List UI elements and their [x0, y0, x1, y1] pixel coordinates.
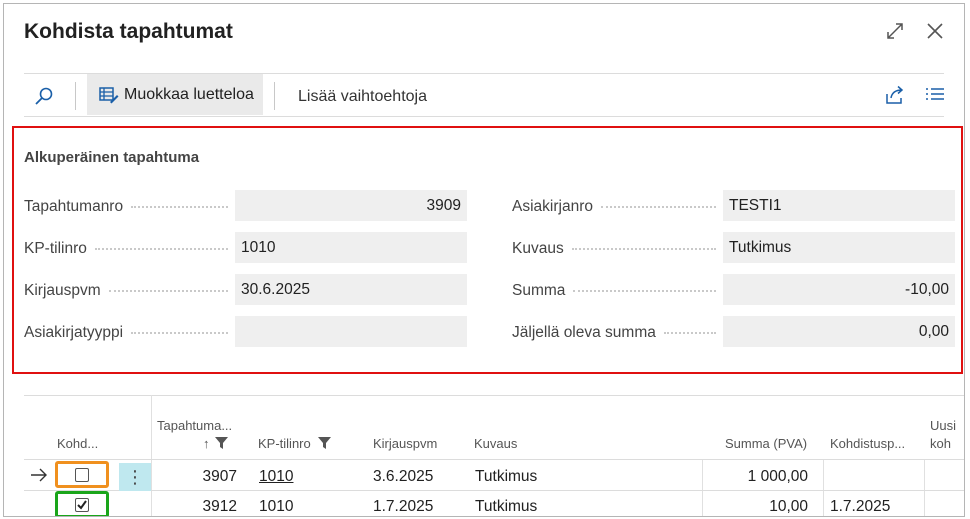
column-header-description[interactable]: Kuvaus	[474, 436, 517, 451]
remaining-amount-label: Jäljellä oleva summa	[512, 318, 722, 348]
entry-no-field: 3909	[235, 190, 467, 221]
column-header-gl-account[interactable]: KP-tilinro	[258, 436, 311, 451]
dialog-title: Kohdista tapahtumat	[24, 20, 233, 43]
description-cell: Tutkimus	[475, 468, 538, 485]
posting-date-label: Kirjauspvm	[24, 276, 234, 306]
toolbar-bottom-divider	[24, 116, 944, 117]
document-no-field: TESTI1	[723, 190, 955, 221]
edit-list-label: Muokkaa luetteloa	[124, 85, 254, 103]
expand-button[interactable]	[882, 18, 908, 44]
remaining-amount-field: 0,00	[723, 316, 955, 347]
close-icon	[927, 23, 943, 39]
amount-field: -10,00	[723, 274, 955, 305]
apply-entries-dialog: Kohdista tapahtumat Muokkaa luetteloa Li…	[3, 3, 965, 517]
grid-column-separator	[924, 459, 925, 516]
applied-date-cell: 1.7.2025	[830, 498, 891, 515]
gl-account-field: 1010	[235, 232, 467, 263]
grid-row-border	[24, 490, 964, 491]
column-header-new[interactable]: Uusi	[930, 418, 956, 433]
apply-checkbox[interactable]	[75, 468, 89, 482]
description-cell: Tutkimus	[475, 498, 538, 515]
share-button[interactable]	[884, 84, 906, 106]
gl-account-link[interactable]: 1010	[259, 468, 293, 486]
document-type-field	[235, 316, 467, 347]
search-button[interactable]	[32, 84, 56, 108]
original-entry-section-title: Alkuperäinen tapahtuma	[24, 149, 200, 166]
amount-cell: 1 000,00	[747, 468, 808, 485]
grid-column-separator	[151, 395, 152, 516]
edit-list-icon	[99, 85, 119, 105]
description-label: Kuvaus	[512, 234, 722, 264]
current-row-arrow-icon	[31, 468, 47, 482]
edit-list-button[interactable]: Muokkaa luetteloa	[87, 74, 263, 115]
column-header-apply[interactable]: Kohd...	[57, 436, 98, 451]
filter-icon	[318, 437, 331, 449]
toolbar-separator	[75, 82, 76, 110]
column-header-new-line2: koh	[930, 436, 951, 451]
column-header-posting-date[interactable]: Kirjauspvm	[373, 436, 437, 451]
column-header-applied-date[interactable]: Kohdistusp...	[830, 436, 905, 451]
search-icon	[35, 87, 53, 105]
posting-date-field: 30.6.2025	[235, 274, 467, 305]
entry-no-label: Tapahtumanro	[24, 192, 234, 222]
checkmark-icon	[77, 500, 87, 510]
toolbar-separator	[274, 82, 275, 110]
grid-column-separator	[702, 459, 703, 516]
entry-no-cell: 3912	[202, 498, 237, 515]
filter-icon	[215, 437, 228, 449]
expand-icon	[887, 23, 903, 39]
amount-cell: 10,00	[769, 498, 808, 515]
gl-account-cell[interactable]: 1010	[259, 498, 293, 516]
entry-no-cell: 3907	[202, 468, 237, 485]
grid-row-border	[24, 459, 964, 460]
list-icon	[926, 88, 944, 100]
list-view-button[interactable]	[924, 84, 946, 106]
close-button[interactable]	[922, 18, 948, 44]
grid-column-separator	[823, 459, 824, 516]
amount-label: Summa	[512, 276, 722, 306]
document-no-label: Asiakirjanro	[512, 192, 722, 222]
column-header-amount[interactable]: Summa (PVA)	[725, 436, 807, 451]
gl-account-label: KP-tilinro	[24, 234, 234, 264]
description-field: Tutkimus	[723, 232, 955, 263]
grid-top-border	[24, 395, 964, 396]
more-options-button[interactable]: Lisää vaihtoehtoja	[298, 88, 427, 106]
apply-checkbox-checked[interactable]	[75, 498, 89, 512]
column-header-entry-no[interactable]: Tapahtuma...	[157, 418, 232, 433]
document-type-label: Asiakirjatyyppi	[24, 318, 234, 348]
share-icon	[886, 85, 904, 104]
sort-ascending-icon: ↑	[203, 436, 210, 451]
posting-date-cell: 1.7.2025	[373, 498, 434, 515]
posting-date-cell: 3.6.2025	[373, 468, 434, 485]
row-actions-menu-button[interactable]: ⋮	[119, 463, 151, 491]
